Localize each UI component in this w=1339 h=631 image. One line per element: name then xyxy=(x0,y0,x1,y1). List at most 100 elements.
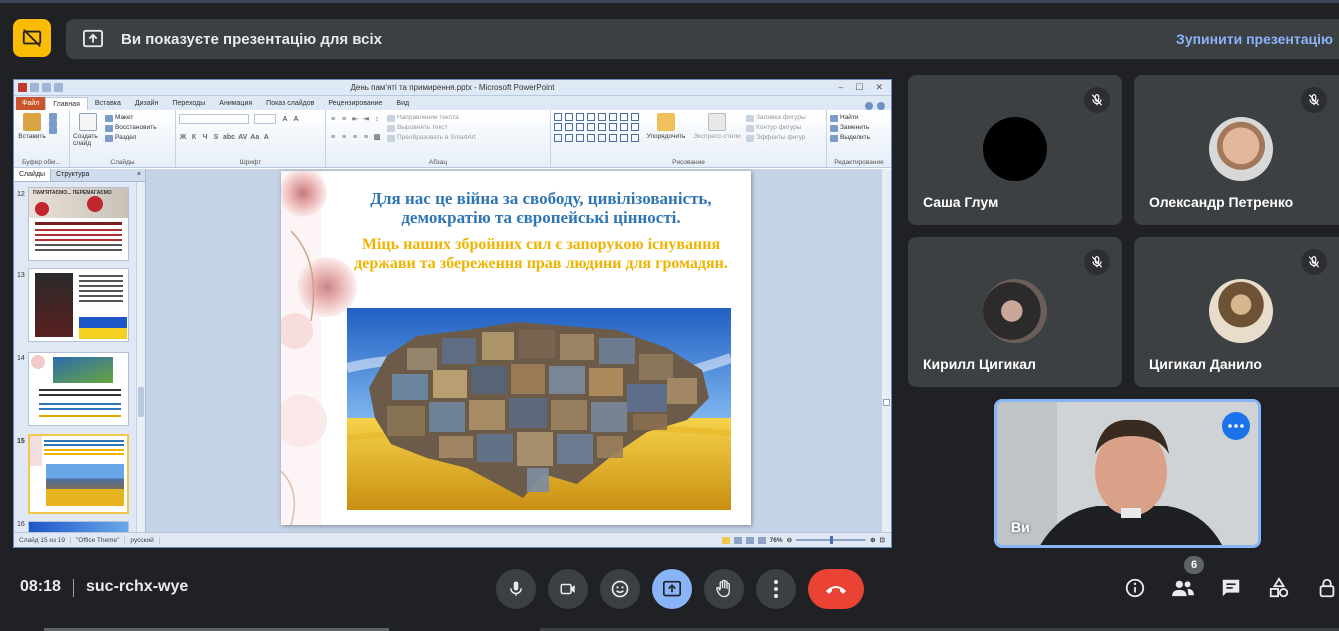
paragraph-group: ≡ ≡ ⇤ ⇥ ↕ ≡ ≡ ≡ ≡ ▥ Направление текста Выровнять… xyxy=(326,110,551,167)
raise-hand-icon xyxy=(716,579,730,598)
align-left-icon[interactable]: ≡ xyxy=(329,134,337,141)
tab-home[interactable]: Главная xyxy=(45,97,88,110)
minimize-icon[interactable]: – xyxy=(838,82,843,93)
indent-icon[interactable]: ⇤ xyxy=(351,115,359,123)
shape-effects-button[interactable]: Эффекты фигур xyxy=(746,133,806,143)
italic-icon[interactable]: К xyxy=(190,134,198,141)
justify-icon[interactable]: ≡ xyxy=(362,134,370,141)
reset-button[interactable]: Восстановить xyxy=(104,123,157,133)
help-icon[interactable] xyxy=(877,102,885,110)
tab-review[interactable]: Рецензирование xyxy=(321,97,389,110)
shape-outline-button[interactable]: Контур фигуры xyxy=(746,123,806,133)
host-controls-button[interactable] xyxy=(1314,575,1339,601)
mic-button[interactable] xyxy=(496,569,536,609)
avatar xyxy=(1209,279,1273,343)
chat-button[interactable] xyxy=(1218,575,1244,601)
panel-scrollbar[interactable] xyxy=(136,182,145,534)
end-call-button[interactable] xyxy=(808,569,864,609)
text-direction-button[interactable]: Направление текста xyxy=(387,113,476,123)
participant-tile[interactable]: Кирилл Цигикал xyxy=(908,237,1122,387)
spacing-icon[interactable]: AV xyxy=(238,134,247,141)
case-icon[interactable]: Aa xyxy=(250,134,259,141)
slide-thumbnail-12[interactable]: ПАМ'ЯТАЄМО... ПЕРЕМАГАЄМО xyxy=(28,187,129,261)
tab-animations[interactable]: Анимация xyxy=(212,97,259,110)
shrink-font-icon[interactable]: A xyxy=(292,116,300,123)
align-text-button[interactable]: Выровнять текст xyxy=(387,123,476,133)
slide-thumbnail-14[interactable] xyxy=(28,352,129,426)
grow-font-icon[interactable]: A xyxy=(281,116,289,123)
paste-button[interactable]: Вставить xyxy=(17,113,47,140)
section-button[interactable]: Раздел xyxy=(104,133,157,143)
camera-button[interactable] xyxy=(548,569,588,609)
zoom-in-icon[interactable]: ⊕ xyxy=(870,536,875,544)
ribbon-collapse-icon[interactable] xyxy=(865,102,873,110)
slide-scrollbar[interactable] xyxy=(881,169,891,534)
tab-slideshow[interactable]: Показ слайдов xyxy=(259,97,321,110)
slideshow-view-icon[interactable] xyxy=(757,536,766,544)
font-size-field[interactable] xyxy=(254,114,276,124)
convert-smartart-button[interactable]: Преобразовать в SmartArt xyxy=(387,133,476,143)
participant-tile[interactable]: Цигикал Данило xyxy=(1134,237,1339,387)
replace-button[interactable]: Заменить xyxy=(830,123,888,133)
editing-group: Найти Заменить Выделить Редактирование xyxy=(827,110,891,167)
select-button[interactable]: Выделить xyxy=(830,133,888,143)
strike-icon[interactable]: S xyxy=(212,134,220,141)
self-view-tile[interactable]: Ви xyxy=(994,399,1261,548)
tab-outline[interactable]: Структура xyxy=(51,169,94,181)
format-painter-icon[interactable] xyxy=(48,127,57,134)
columns-icon[interactable]: ▥ xyxy=(373,133,381,141)
meeting-code[interactable]: suc-rchx-wye xyxy=(86,578,188,596)
align-center-icon[interactable]: ≡ xyxy=(340,134,348,141)
new-slide-button[interactable]: Создать слайд xyxy=(73,113,103,147)
more-options-icon[interactable] xyxy=(1222,412,1250,440)
videocam-icon xyxy=(560,583,575,595)
layout-button[interactable]: Макет xyxy=(104,113,157,123)
find-button[interactable]: Найти xyxy=(830,113,888,123)
slide-thumbnail-15[interactable] xyxy=(28,434,129,514)
numbering-icon[interactable]: ≡ xyxy=(340,116,348,123)
participant-tile[interactable]: Олександр Петренко xyxy=(1134,75,1339,225)
maximize-icon[interactable]: ☐ xyxy=(855,82,863,93)
current-slide[interactable]: Для нас це війна за свободу, цивілізован… xyxy=(281,171,751,525)
tab-transitions[interactable]: Переходы xyxy=(165,97,212,110)
stop-presenting-button[interactable]: Зупинити презентацію xyxy=(1176,31,1333,47)
bullets-icon[interactable]: ≡ xyxy=(329,116,337,123)
outdent-icon[interactable]: ⇥ xyxy=(362,115,370,123)
shapes-gallery[interactable] xyxy=(554,113,640,143)
fit-window-icon[interactable]: ⊡ xyxy=(880,536,885,544)
bold-icon[interactable]: Ж xyxy=(179,134,187,141)
participant-tile[interactable]: Саша Глум xyxy=(908,75,1122,225)
arrange-button[interactable]: Упорядочить xyxy=(644,113,688,143)
close-icon[interactable]: ✕ xyxy=(875,82,883,93)
shape-fill-button[interactable]: Заливка фигуры xyxy=(746,113,806,123)
zoom-slider[interactable] xyxy=(796,536,867,544)
presenting-indicator[interactable] xyxy=(13,19,51,57)
font-name-field[interactable] xyxy=(179,114,249,124)
tab-file[interactable]: Файл xyxy=(16,97,46,110)
cut-icon[interactable] xyxy=(48,113,57,120)
reading-view-icon[interactable] xyxy=(745,536,754,544)
meeting-details-button[interactable] xyxy=(1122,575,1148,601)
tab-insert[interactable]: Вставка xyxy=(88,97,128,110)
zoom-out-icon[interactable]: ⊖ xyxy=(787,536,792,544)
people-button[interactable] xyxy=(1170,575,1196,601)
align-right-icon[interactable]: ≡ xyxy=(351,134,359,141)
tab-view[interactable]: Вид xyxy=(389,97,416,110)
activities-button[interactable] xyxy=(1266,575,1292,601)
emoji-button[interactable] xyxy=(600,569,640,609)
underline-icon[interactable]: Ч xyxy=(201,134,209,141)
tab-slides[interactable]: Слайды xyxy=(14,169,52,181)
panel-close-icon[interactable]: × xyxy=(132,169,145,181)
more-options-button[interactable] xyxy=(756,569,796,609)
tab-design[interactable]: Дизайн xyxy=(128,97,166,110)
shadow-icon[interactable]: abc xyxy=(223,134,235,141)
present-button[interactable] xyxy=(652,569,692,609)
slide-thumbnail-13[interactable] xyxy=(28,268,129,342)
sorter-view-icon[interactable] xyxy=(733,536,742,544)
line-spacing-icon[interactable]: ↕ xyxy=(373,116,381,123)
font-color-icon[interactable]: A xyxy=(262,134,270,141)
normal-view-icon[interactable] xyxy=(721,536,730,544)
copy-icon[interactable] xyxy=(48,120,57,127)
raise-hand-button[interactable] xyxy=(704,569,744,609)
quick-styles-button[interactable]: Экспресс-стили xyxy=(692,113,742,143)
